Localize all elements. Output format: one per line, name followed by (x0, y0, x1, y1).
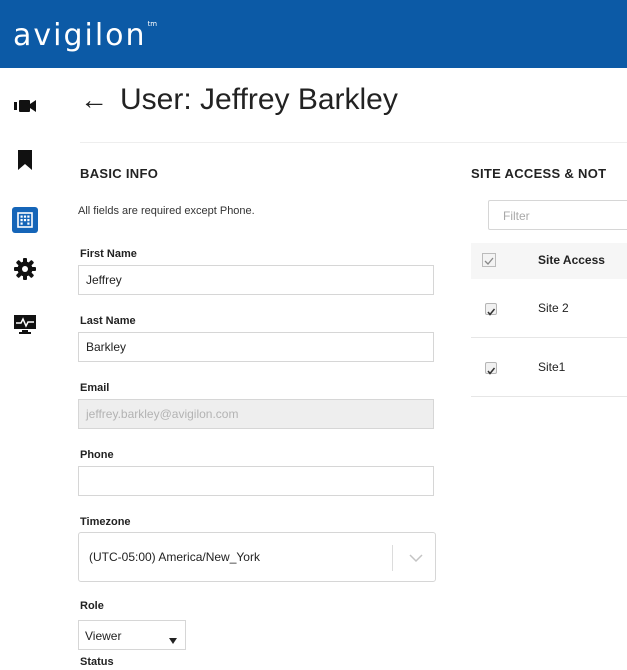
last-name-field[interactable]: Barkley (78, 332, 434, 362)
timezone-value: (UTC-05:00) America/New_York (89, 550, 260, 564)
filter-input[interactable]: Filter (488, 200, 627, 230)
basic-info-title: BASIC INFO (80, 166, 159, 181)
gear-icon[interactable] (12, 256, 38, 282)
filter-placeholder: Filter (503, 209, 530, 223)
site-checkbox[interactable] (485, 303, 497, 316)
caret-down-icon (169, 631, 177, 649)
required-fields-note: All fields are required except Phone. (78, 205, 255, 217)
status-label: Status (80, 656, 114, 668)
site-checkbox[interactable] (485, 362, 497, 375)
timezone-label: Timezone (80, 516, 131, 528)
phone-field[interactable] (78, 466, 434, 496)
phone-label: Phone (80, 449, 114, 461)
bookmark-icon[interactable] (12, 147, 38, 173)
table-row[interactable]: Site1 (471, 338, 627, 397)
role-select[interactable]: Viewer (78, 620, 186, 650)
camera-icon[interactable] (12, 93, 38, 119)
email-field: jeffrey.barkley@avigilon.com (78, 399, 434, 429)
site-access-column-header[interactable]: Site Access (538, 253, 605, 267)
table-row[interactable]: Site 2 (471, 279, 627, 338)
top-bar: avigilonTM (0, 0, 627, 68)
first-name-label: First Name (80, 248, 137, 260)
last-name-label: Last Name (80, 315, 136, 327)
select-all-checkbox[interactable] (482, 253, 496, 267)
role-label: Role (80, 600, 104, 612)
header-divider (80, 142, 627, 143)
avigilon-logo[interactable]: avigilonTM (13, 21, 157, 51)
site-name: Site1 (538, 360, 566, 374)
timezone-select[interactable]: (UTC-05:00) America/New_York (78, 532, 436, 582)
site-name: Site 2 (538, 301, 569, 315)
page-title: User: Jeffrey Barkley (120, 83, 398, 116)
email-label: Email (80, 382, 110, 394)
page-header: ← User: Jeffrey Barkley (80, 80, 398, 120)
chevron-down-icon[interactable] (409, 550, 423, 568)
first-name-field[interactable]: Jeffrey (78, 265, 434, 295)
role-value: Viewer (85, 629, 122, 643)
building-icon[interactable] (12, 207, 38, 233)
site-table-header: Site Access (471, 243, 627, 280)
monitor-health-icon[interactable] (12, 312, 38, 338)
select-separator (392, 545, 393, 571)
back-arrow-icon[interactable]: ← (80, 84, 108, 116)
site-access-title: SITE ACCESS & NOT (471, 166, 607, 181)
